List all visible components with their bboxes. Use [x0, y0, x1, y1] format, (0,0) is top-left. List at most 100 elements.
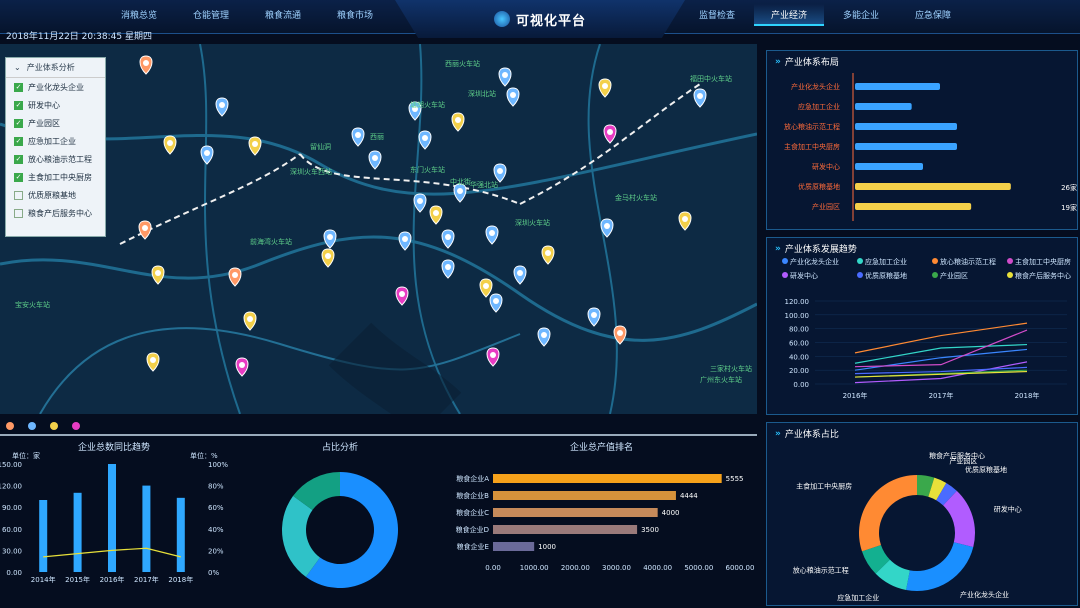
map-marker-icon[interactable]: [489, 293, 503, 313]
y-tick-label: 80.00: [789, 326, 809, 334]
bar-category-label: 粮食企业B: [456, 491, 489, 500]
map-marker-icon[interactable]: [413, 193, 427, 213]
top-header: 消粮总览 仓能管理 粮食流通 粮食市场 可视化平台 监督检查 产业经济 多能企业…: [0, 0, 1080, 38]
checkbox[interactable]: ✓: [14, 100, 23, 110]
map-marker-icon[interactable]: [395, 286, 409, 306]
map-marker-icon[interactable]: [587, 307, 601, 327]
nav-item[interactable]: 仓能管理: [176, 4, 246, 26]
pie-slice: [282, 495, 321, 577]
pie-slice: [859, 475, 917, 552]
nav-item[interactable]: 粮食流通: [248, 4, 318, 26]
map-marker-icon[interactable]: [541, 245, 555, 265]
map-marker-icon[interactable]: [603, 124, 617, 144]
map-marker-icon[interactable]: [441, 229, 455, 249]
map-marker-icon[interactable]: [693, 88, 707, 108]
checkbox[interactable]: ✓: [14, 118, 23, 128]
y-tick-label: 0.00: [6, 569, 22, 577]
checkbox[interactable]: ✓: [14, 82, 23, 92]
bar-category-label: 研发中心: [812, 162, 840, 171]
map-marker-icon[interactable]: [441, 259, 455, 279]
map-marker-icon[interactable]: [451, 112, 465, 132]
checkbox[interactable]: ✓: [14, 136, 23, 146]
map-marker-icon[interactable]: [368, 150, 382, 170]
checkbox[interactable]: ✓: [14, 172, 23, 182]
y-tick-label: 90.00: [2, 504, 22, 512]
map-place-label: 宝安火车站: [15, 300, 50, 309]
legend-item-label: 粮食产后服务中心: [28, 208, 92, 218]
bar-category-label: 粮食企业D: [456, 525, 489, 534]
panel-title: 产业体系发展趋势: [784, 245, 857, 255]
category-item[interactable]: [6, 422, 14, 430]
nav-item[interactable]: 多能企业: [826, 4, 896, 26]
map-marker-icon[interactable]: [146, 352, 160, 372]
category-item[interactable]: [50, 422, 58, 430]
checkbox[interactable]: [14, 208, 23, 218]
legend-item-label: 优质原粮基地: [28, 190, 76, 200]
map-marker-icon[interactable]: [351, 127, 365, 147]
legend-label: 产业化龙头企业: [790, 257, 839, 266]
map-marker-icon[interactable]: [485, 225, 499, 245]
legend-item[interactable]: ✓ 产业化龙头企业: [6, 78, 105, 96]
map-marker-icon[interactable]: [453, 183, 467, 203]
map-marker-icon[interactable]: [138, 220, 152, 240]
legend-label: 优质原粮基地: [865, 271, 907, 280]
checkbox[interactable]: ✓: [14, 154, 23, 164]
map-place-label: 广州东火车站: [700, 375, 742, 384]
map-marker-icon[interactable]: [248, 136, 262, 156]
category-item[interactable]: [72, 422, 80, 430]
map-canvas[interactable]: 西丽火车站深圳北站塘朗火车站留仙洞 西丽深圳火车西站 东门火车站中北街深圳火车站 华强…: [0, 44, 757, 414]
nav-item[interactable]: 监督检查: [682, 4, 752, 26]
map-marker-icon[interactable]: [235, 357, 249, 377]
x-tick-label: 3000.00: [602, 564, 631, 572]
bar: [176, 497, 185, 572]
checkbox[interactable]: [14, 190, 23, 200]
nav-item[interactable]: 应急保障: [898, 4, 968, 26]
legend-header[interactable]: ⌄ 产业体系分析: [6, 58, 105, 78]
legend-item[interactable]: ✓ 应急加工企业: [6, 132, 105, 150]
legend-item[interactable]: 粮食产后服务中心: [6, 204, 105, 222]
map-marker-icon[interactable]: [163, 135, 177, 155]
map-marker-icon[interactable]: [418, 130, 432, 150]
map-place-label: 福田中火车站: [690, 74, 732, 83]
map-marker-icon[interactable]: [429, 205, 443, 225]
double-chevron-icon: »: [775, 243, 781, 254]
x-tick-label: 6000.00: [726, 564, 755, 572]
map-marker-icon[interactable]: [215, 97, 229, 117]
map-marker-icon[interactable]: [678, 211, 692, 231]
map-marker-icon[interactable]: [139, 55, 153, 75]
legend-item[interactable]: ✓ 产业园区: [6, 114, 105, 132]
legend-item[interactable]: ✓ 主食加工中央厨房: [6, 168, 105, 186]
legend-swatch: [932, 272, 938, 278]
y2-tick-label: 60%: [208, 504, 224, 512]
map-place-label: 深圳北站: [468, 89, 496, 98]
legend-item[interactable]: ✓ 研发中心: [6, 96, 105, 114]
map-marker-icon[interactable]: [398, 231, 412, 251]
bar-value-label: 4444: [680, 492, 698, 500]
map-marker-icon[interactable]: [493, 163, 507, 183]
map-marker-icon[interactable]: [598, 78, 612, 98]
map-place-label: 留仙洞: [310, 142, 331, 151]
legend-label: 产业园区: [940, 271, 968, 280]
map-marker-icon[interactable]: [243, 311, 257, 331]
map-marker-icon[interactable]: [506, 87, 520, 107]
nav-item[interactable]: 粮食市场: [320, 4, 390, 26]
map-marker-icon[interactable]: [513, 265, 527, 285]
map-view[interactable]: 西丽火车站 深圳北站 塘朗火车站 留仙洞 西丽 深圳火车西站 东门火车站 中北街 深圳火车站 华强…: [0, 44, 757, 414]
legend-item[interactable]: ✓ 放心粮油示范工程: [6, 150, 105, 168]
map-marker-icon[interactable]: [479, 278, 493, 298]
map-marker-icon[interactable]: [486, 347, 500, 367]
map-marker-icon[interactable]: [151, 265, 165, 285]
map-marker-icon[interactable]: [498, 67, 512, 87]
nav-left: 消粮总览 仓能管理 粮食流通 粮食市场: [104, 4, 392, 28]
map-place-label: 金马村火车站: [615, 193, 657, 202]
map-marker-icon[interactable]: [321, 248, 335, 268]
y-tick-label: 20.00: [789, 367, 809, 375]
map-marker-icon[interactable]: [537, 327, 551, 347]
legend-item[interactable]: 优质原粮基地: [6, 186, 105, 204]
category-item[interactable]: [28, 422, 36, 430]
nav-item-active[interactable]: 产业经济: [754, 4, 824, 26]
nav-item[interactable]: 消粮总览: [104, 4, 174, 26]
map-marker-icon[interactable]: [323, 229, 337, 249]
map-marker-icon[interactable]: [228, 267, 242, 287]
map-marker-icon[interactable]: [200, 145, 214, 165]
